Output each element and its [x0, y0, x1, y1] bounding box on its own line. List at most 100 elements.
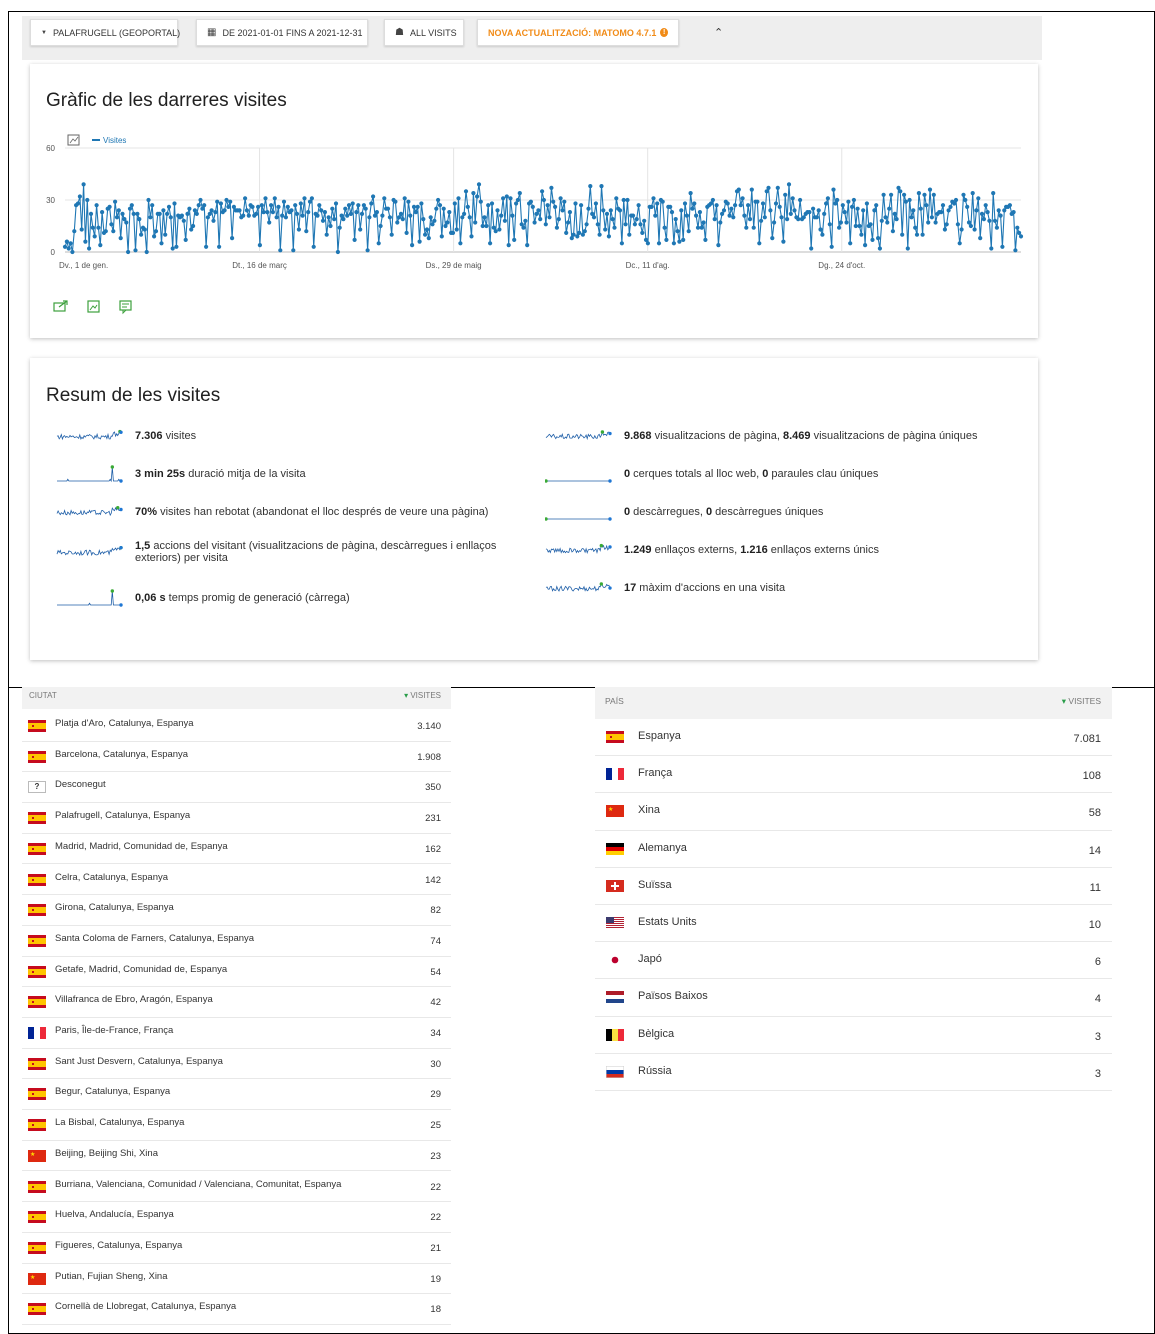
data-point[interactable] — [614, 196, 619, 201]
data-point[interactable] — [1007, 203, 1013, 208]
data-point[interactable] — [768, 208, 773, 213]
data-point[interactable] — [597, 232, 602, 237]
data-point[interactable] — [415, 204, 420, 209]
data-point[interactable] — [668, 204, 673, 209]
data-point[interactable] — [365, 248, 370, 253]
data-point[interactable] — [770, 236, 775, 241]
data-point[interactable] — [840, 203, 845, 208]
data-point[interactable] — [759, 218, 764, 223]
data-point[interactable] — [850, 204, 855, 209]
data-point[interactable] — [172, 201, 177, 206]
data-point[interactable] — [970, 191, 975, 196]
data-point[interactable] — [883, 215, 888, 220]
data-point[interactable] — [779, 215, 784, 220]
data-point[interactable] — [788, 211, 793, 216]
data-point[interactable] — [818, 227, 823, 232]
data-point[interactable] — [419, 201, 424, 206]
data-point[interactable] — [846, 199, 851, 204]
update-notice-button[interactable]: NOVA ACTUALITZACIÓ: MATOMO 4.7.1 ! — [477, 19, 679, 46]
country-visits-column-header[interactable]: ▾ VISITES — [1062, 696, 1101, 707]
data-point[interactable] — [876, 236, 881, 241]
data-point[interactable] — [280, 213, 285, 218]
summary-metric-row[interactable]: 0 cerques totals al lloc web, 0 paraules… — [545, 464, 878, 484]
data-point[interactable] — [640, 230, 645, 235]
data-point[interactable] — [371, 194, 376, 199]
data-point[interactable] — [864, 201, 870, 206]
data-point[interactable] — [267, 220, 272, 225]
data-point[interactable] — [111, 229, 116, 234]
data-point[interactable] — [914, 232, 920, 237]
data-point[interactable] — [510, 213, 515, 218]
data-point[interactable] — [402, 196, 407, 201]
data-point[interactable] — [974, 208, 979, 213]
data-point[interactable] — [250, 204, 255, 209]
data-point[interactable] — [889, 192, 894, 197]
data-point[interactable] — [196, 203, 201, 208]
data-point[interactable] — [324, 232, 329, 237]
data-point[interactable] — [829, 244, 834, 249]
data-point[interactable] — [545, 203, 550, 208]
data-point[interactable] — [328, 223, 333, 229]
data-point[interactable] — [289, 208, 294, 213]
data-point[interactable] — [241, 213, 246, 218]
data-point[interactable] — [677, 239, 682, 244]
data-point[interactable] — [269, 203, 274, 208]
data-point[interactable] — [792, 208, 797, 213]
data-point[interactable] — [558, 196, 563, 201]
data-point[interactable] — [226, 204, 231, 209]
data-point[interactable] — [408, 213, 413, 218]
data-point[interactable] — [174, 244, 179, 249]
data-point[interactable] — [285, 204, 290, 209]
data-point[interactable] — [346, 203, 352, 208]
data-point[interactable] — [662, 225, 667, 230]
data-point[interactable] — [489, 201, 495, 206]
data-point[interactable] — [601, 208, 606, 213]
summary-metric-row[interactable]: 1,5 accions del visitant (visualitzacion… — [56, 540, 506, 564]
data-point[interactable] — [486, 203, 491, 208]
data-point[interactable] — [146, 197, 151, 203]
data-point[interactable] — [411, 204, 417, 209]
data-point[interactable] — [335, 249, 340, 255]
data-point[interactable] — [274, 215, 279, 220]
data-point[interactable] — [885, 220, 890, 225]
data-point[interactable] — [137, 217, 142, 222]
data-point[interactable] — [699, 225, 704, 230]
data-point[interactable] — [692, 201, 697, 206]
data-point[interactable] — [165, 211, 170, 216]
data-point[interactable] — [387, 215, 392, 220]
data-point[interactable] — [1018, 234, 1024, 239]
data-point[interactable] — [749, 187, 754, 192]
data-point[interactable] — [582, 229, 587, 234]
data-point[interactable] — [695, 225, 701, 230]
data-point[interactable] — [98, 243, 103, 248]
data-point[interactable] — [725, 201, 730, 206]
data-point[interactable] — [714, 203, 719, 208]
table-row[interactable]: Estats Units 10 — [595, 905, 1112, 943]
data-point[interactable] — [987, 218, 992, 223]
data-point[interactable] — [400, 217, 405, 222]
data-point[interactable] — [185, 211, 190, 216]
data-point[interactable] — [395, 220, 400, 225]
data-point[interactable] — [211, 218, 216, 223]
data-point[interactable] — [887, 206, 892, 211]
data-point[interactable] — [953, 197, 959, 203]
data-point[interactable] — [747, 217, 753, 222]
data-point[interactable] — [972, 227, 977, 232]
data-point[interactable] — [688, 191, 693, 196]
data-point[interactable] — [562, 199, 567, 204]
data-point[interactable] — [679, 208, 684, 213]
data-point[interactable] — [870, 237, 875, 242]
data-point[interactable] — [710, 197, 716, 203]
data-point[interactable] — [694, 213, 699, 218]
data-point[interactable] — [467, 215, 472, 220]
data-point[interactable] — [90, 225, 95, 230]
data-point[interactable] — [671, 241, 677, 246]
data-point[interactable] — [116, 208, 121, 213]
city-visits-column-header[interactable]: ▾ VISITES — [404, 691, 441, 700]
data-point[interactable] — [669, 210, 675, 215]
data-point[interactable] — [909, 215, 914, 220]
data-point[interactable] — [1011, 210, 1016, 215]
data-point[interactable] — [927, 187, 933, 192]
data-point[interactable] — [736, 187, 741, 192]
data-point[interactable] — [645, 241, 651, 246]
